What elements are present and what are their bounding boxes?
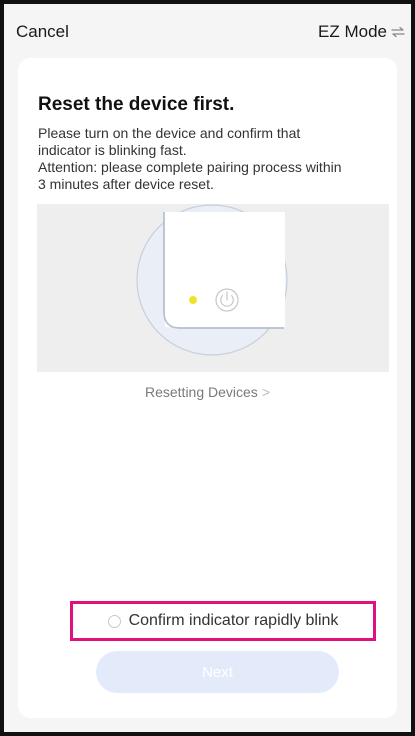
swap-arrows-icon xyxy=(391,26,405,38)
instruction-line: Please turn on the device and confirm th… xyxy=(38,125,301,141)
app-screen: Cancel EZ Mode Reset the device first. P… xyxy=(4,4,411,732)
cancel-button[interactable]: Cancel xyxy=(16,22,69,42)
confirm-indicator-label: Confirm indicator rapidly blink xyxy=(128,612,339,629)
resetting-devices-label: Resetting Devices xyxy=(144,384,258,400)
resetting-devices-link[interactable]: Resetting Devices > xyxy=(18,384,397,400)
page-title: Reset the device first. xyxy=(38,94,235,115)
radio-circle-icon xyxy=(107,614,121,628)
device-illustration-svg xyxy=(136,204,288,356)
instruction-line: indicator is blinking fast. xyxy=(38,142,187,158)
device-face xyxy=(165,212,285,327)
reset-instructions-card: Reset the device first. Please turn on t… xyxy=(18,58,397,718)
confirm-indicator-checkbox[interactable]: Confirm indicator rapidly blink xyxy=(70,601,376,641)
ez-mode-label: EZ Mode xyxy=(318,22,387,41)
chevron-right-icon: > xyxy=(261,384,270,400)
instruction-line: 3 minutes after device reset. xyxy=(38,176,214,192)
instruction-line: Attention: please complete pairing proce… xyxy=(38,159,342,175)
device-reset-illustration xyxy=(37,204,389,372)
ez-mode-switch[interactable]: EZ Mode xyxy=(318,22,405,42)
next-button[interactable]: Next xyxy=(96,651,339,693)
instructions-text: Please turn on the device and confirm th… xyxy=(38,125,383,193)
indicator-light-icon xyxy=(189,296,197,304)
top-bar: Cancel EZ Mode xyxy=(4,4,411,58)
